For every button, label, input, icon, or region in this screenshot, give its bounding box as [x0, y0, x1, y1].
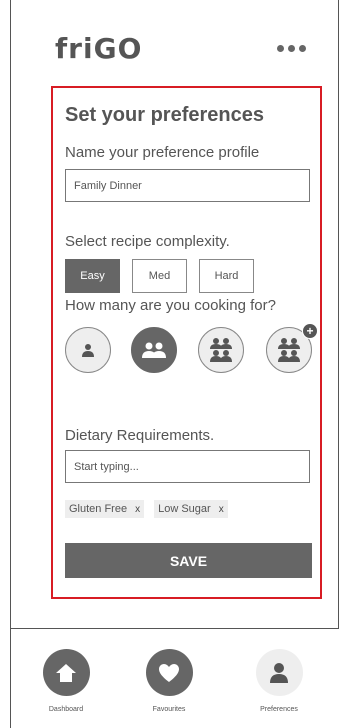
heart-icon — [159, 663, 179, 682]
dietary-search-input[interactable] — [65, 450, 310, 483]
remove-tag-button[interactable]: x — [135, 504, 140, 515]
dietary-label: Dietary Requirements. — [65, 427, 215, 444]
person-icon — [270, 662, 288, 683]
home-icon — [56, 663, 76, 682]
more-menu-icon[interactable] — [277, 45, 306, 52]
one-person-icon — [82, 344, 94, 357]
four-plus-people-icon — [278, 338, 300, 362]
nav-label-dashboard: Dashboard — [48, 706, 84, 713]
tag-label: Gluten Free — [69, 503, 128, 515]
complexity-med-button[interactable]: Med — [132, 259, 187, 293]
save-button[interactable]: SAVE — [65, 543, 312, 578]
menu-dot — [288, 45, 295, 52]
complexity-hard-button[interactable]: Hard — [199, 259, 254, 293]
phone-frame: friGO Set your preferences Name your pre… — [10, 0, 339, 728]
cook-for-four-button[interactable] — [198, 327, 244, 373]
cooking-for-label: How many are you cooking for? — [65, 297, 276, 314]
cook-for-one-button[interactable] — [65, 327, 111, 373]
cook-for-two-button[interactable] — [131, 327, 177, 373]
app-logo: friGO — [55, 32, 143, 65]
nav-preferences-circle — [255, 649, 303, 696]
dietary-tags: Gluten Free x Low Sugar x — [65, 500, 228, 518]
four-people-icon — [210, 338, 232, 362]
complexity-easy-button[interactable]: Easy — [65, 259, 120, 293]
complexity-label: Select recipe complexity. — [65, 233, 230, 250]
dietary-tag: Low Sugar x — [154, 500, 228, 518]
nav-label-preferences: Preferences — [260, 706, 298, 713]
nav-preferences[interactable]: Preferences — [244, 649, 314, 713]
nav-dashboard-circle — [42, 649, 90, 696]
profile-name-input[interactable] — [65, 169, 310, 202]
profile-name-label: Name your preference profile — [65, 144, 260, 161]
two-people-icon — [142, 342, 166, 358]
nav-favourites[interactable]: Favourites — [134, 649, 204, 713]
menu-dot — [299, 45, 306, 52]
page-title: Set your preferences — [65, 104, 264, 126]
nav-label-favourites: Favourites — [152, 706, 186, 713]
cooking-for-selector: + — [65, 323, 318, 375]
nav-favourites-circle — [145, 649, 193, 696]
tag-label: Low Sugar — [158, 503, 211, 515]
plus-icon: + — [302, 323, 318, 339]
preferences-panel: Set your preferences Name your preferenc… — [51, 86, 322, 599]
menu-dot — [277, 45, 284, 52]
cook-for-more-button[interactable]: + — [266, 323, 318, 373]
remove-tag-button[interactable]: x — [219, 504, 224, 515]
complexity-selector: Easy Med Hard — [65, 259, 254, 293]
nav-dashboard[interactable]: Dashboard — [31, 649, 101, 713]
bottom-nav: Dashboard Favourites Preferences — [11, 628, 339, 728]
dietary-tag: Gluten Free x — [65, 500, 145, 518]
